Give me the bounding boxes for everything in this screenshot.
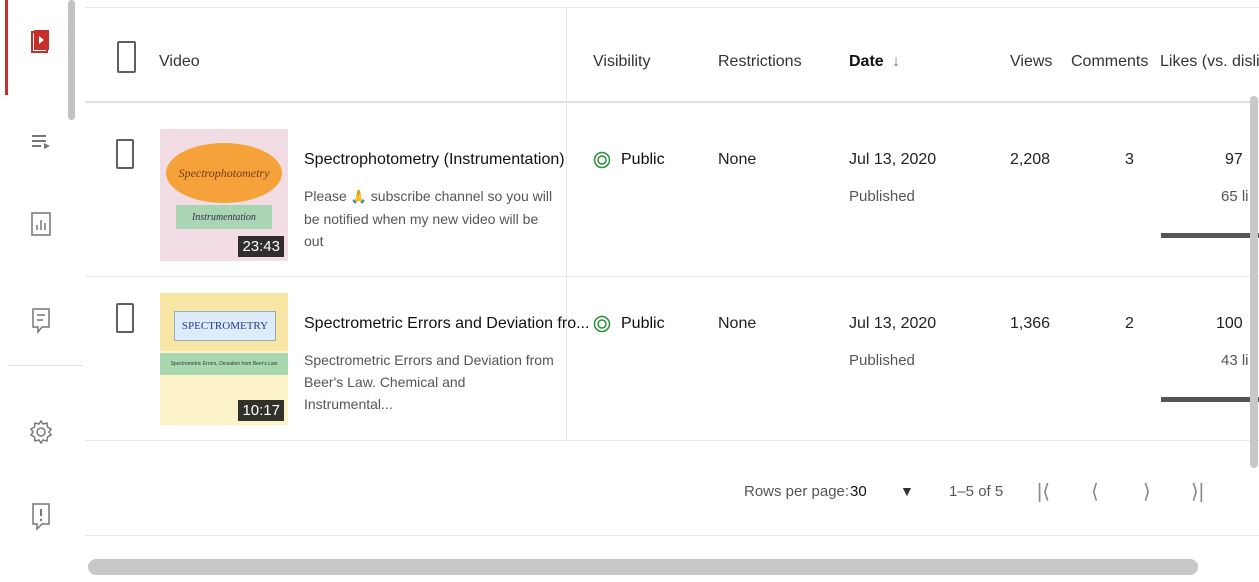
header-video[interactable]: Video [159, 53, 200, 71]
rows-per-page-label: Rows per page: [744, 483, 850, 500]
first-page-icon[interactable]: |⟨ [1037, 479, 1050, 504]
vertical-scrollbar[interactable] [1250, 96, 1258, 468]
visibility-cell[interactable]: Public [593, 315, 665, 333]
next-page-icon[interactable]: ⟩ [1143, 479, 1151, 504]
date-cell: Jul 13, 2020 [849, 151, 937, 168]
header-views[interactable]: Views [1010, 53, 1052, 71]
thumbnail-title-text: SPECTROMETRY [181, 320, 269, 332]
likes-count: 43 li [1221, 352, 1249, 369]
header-comments[interactable]: Comments [1071, 53, 1148, 71]
sort-arrow-icon: ↓ [892, 53, 901, 70]
comments-cell: 2 [1125, 315, 1134, 332]
table-header: Video Visibility Restrictions Date ↓ Vie… [85, 8, 1259, 103]
active-indicator [5, 0, 8, 95]
row-checkbox[interactable] [116, 139, 134, 169]
settings-icon[interactable] [27, 418, 55, 446]
views-cell: 1,366 [1010, 315, 1051, 332]
rows-per-page-select[interactable]: 30 [850, 483, 867, 500]
pray-emoji-icon: 🙏 [350, 189, 367, 204]
rail-scrollbar[interactable] [68, 0, 75, 120]
video-duration: 23:43 [238, 236, 284, 257]
video-title[interactable]: Spectrophotometry (Instrumentation) [304, 151, 565, 169]
comments-cell: 3 [1125, 151, 1134, 168]
comments-icon[interactable] [27, 307, 55, 335]
thumbnail-subtitle-box: Instrumentation [176, 205, 272, 229]
last-page-icon[interactable]: ⟩| [1191, 479, 1204, 504]
left-navigation-rail [0, 0, 82, 582]
horizontal-scrollbar[interactable] [88, 559, 1198, 575]
table-row[interactable]: SPECTROMETRY Spectrometric Errors, Devia… [85, 277, 1259, 441]
previous-page-icon[interactable]: ⟨ [1091, 479, 1099, 504]
likes-ratio-bar [1161, 397, 1259, 402]
thumbnail-subtitle-text: Spectrometric Errors, Deviation from Bee… [170, 361, 278, 367]
analytics-icon[interactable] [27, 210, 55, 238]
likes-cell: 97 [1225, 151, 1243, 168]
thumbnail-subtitle-band: Spectrometric Errors, Deviation from Bee… [160, 353, 288, 375]
thumbnail-title-ellipse: Spectrophotometry [166, 143, 282, 203]
feedback-icon[interactable] [27, 503, 55, 531]
likes-count: 65 li [1221, 188, 1249, 205]
pagination-bar: Rows per page: 30 ▼ 1–5 of 5 |⟨ ⟨ ⟩ ⟩| [85, 441, 1259, 536]
playlists-icon[interactable] [27, 128, 55, 156]
page-range: 1–5 of 5 [949, 483, 1004, 500]
header-date[interactable]: Date ↓ [849, 53, 900, 71]
likes-ratio-bar [1161, 233, 1259, 238]
dropdown-arrow-icon[interactable]: ▼ [900, 483, 914, 499]
date-cell: Jul 13, 2020 [849, 315, 937, 332]
video-thumbnail[interactable]: Spectrophotometry Instrumentation 23:43 [160, 129, 288, 261]
visibility-cell[interactable]: Public [593, 151, 665, 169]
thumbnail-subtitle-text: Instrumentation [192, 211, 256, 223]
table-row[interactable]: Spectrophotometry Instrumentation 23:43 … [85, 113, 1259, 277]
public-icon [593, 151, 611, 169]
video-description: Please 🙏 subscribe channel so you will b… [304, 185, 556, 252]
header-likes[interactable]: Likes (vs. disli [1160, 53, 1259, 71]
visibility-label: Public [621, 315, 665, 332]
video-description-text: Please [304, 188, 351, 204]
restrictions-cell: None [718, 315, 757, 332]
public-icon [593, 315, 611, 333]
video-thumbnail[interactable]: SPECTROMETRY Spectrometric Errors, Devia… [160, 293, 288, 425]
header-restrictions[interactable]: Restrictions [718, 53, 802, 71]
visibility-label: Public [621, 151, 665, 168]
header-visibility[interactable]: Visibility [593, 53, 651, 71]
likes-cell: 100 [1216, 315, 1243, 332]
row-checkbox[interactable] [116, 303, 134, 333]
date-status: Published [849, 352, 915, 369]
videos-icon[interactable] [27, 28, 55, 56]
header-date-label: Date [849, 53, 884, 70]
rail-divider [8, 365, 82, 366]
thumbnail-title-text: Spectrophotometry [178, 165, 270, 180]
video-title[interactable]: Spectrometric Errors and Deviation fro..… [304, 315, 589, 333]
video-duration: 10:17 [238, 400, 284, 421]
thumbnail-title-box: SPECTROMETRY [174, 311, 276, 341]
video-description: Spectrometric Errors and Deviation from … [304, 352, 554, 412]
restrictions-cell: None [718, 151, 757, 168]
select-all-checkbox[interactable] [117, 41, 136, 73]
views-cell: 2,208 [1010, 151, 1051, 168]
date-status: Published [849, 188, 915, 205]
